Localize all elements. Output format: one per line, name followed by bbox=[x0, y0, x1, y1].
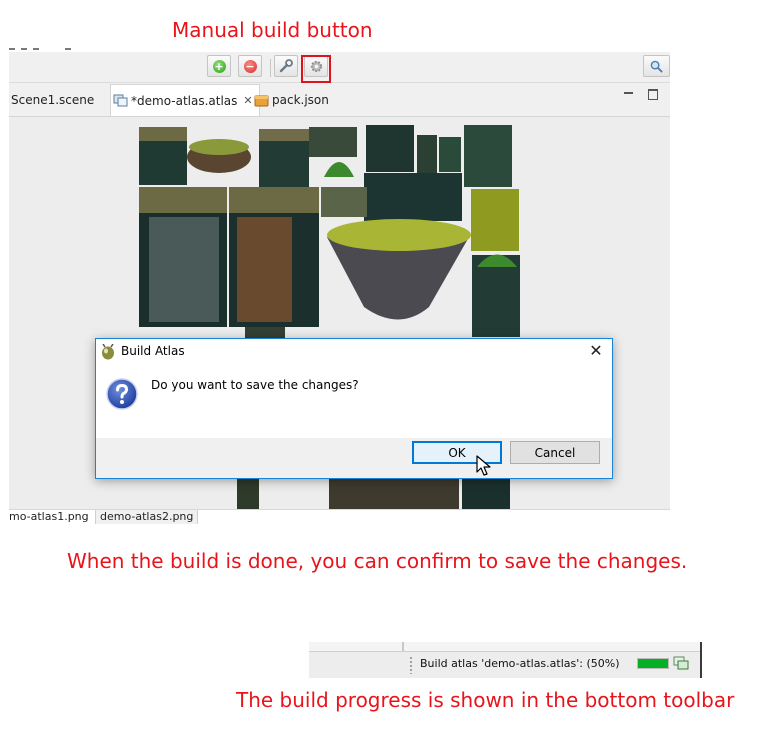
tab-demo-atlas[interactable]: *demo-atlas.atlas ✕ bbox=[110, 84, 260, 116]
search-icon bbox=[650, 60, 663, 73]
dialog-message: Do you want to save the changes? bbox=[151, 378, 359, 392]
status-separator bbox=[402, 642, 404, 651]
annotation-confirm-save: When the build is done, you can confirm … bbox=[67, 549, 688, 573]
atlas-page-tabs: mo-atlas1.png demo-atlas2.png bbox=[9, 509, 670, 524]
progress-view-icon[interactable] bbox=[673, 656, 689, 670]
tile-bottom-2 bbox=[462, 479, 510, 509]
status-grip bbox=[409, 656, 413, 674]
tile-dark-2 bbox=[417, 135, 437, 175]
build-button-highlight bbox=[301, 55, 331, 83]
dialog-title: Build Atlas bbox=[121, 344, 185, 358]
question-icon bbox=[106, 378, 138, 410]
editor-toolbar: + − bbox=[9, 52, 670, 83]
tile-rock-1 bbox=[309, 127, 357, 157]
page-tab-atlas1[interactable]: mo-atlas1.png bbox=[9, 510, 89, 524]
dialog-titlebar: Build Atlas ✕ bbox=[96, 339, 612, 365]
annotation-manual-build: Manual build button bbox=[172, 18, 373, 42]
tile-floating-island-1 bbox=[187, 139, 251, 173]
build-status-text: Build atlas 'demo-atlas.atlas': (50%) bbox=[420, 657, 620, 670]
tile-bottom-1 bbox=[329, 479, 459, 509]
remove-button[interactable]: − bbox=[238, 55, 262, 77]
tile-dark-1 bbox=[366, 125, 414, 172]
tile-grass-1 bbox=[324, 162, 354, 177]
add-button[interactable]: + bbox=[207, 55, 231, 77]
tab-pack-json[interactable]: pack.json bbox=[254, 84, 329, 116]
editor-tab-bar: Scene1.scene *demo-atlas.atlas ✕ pack.js… bbox=[9, 84, 670, 117]
page-tab-atlas2[interactable]: demo-atlas2.png bbox=[95, 510, 199, 524]
dialog-body: Do you want to save the changes? bbox=[96, 365, 612, 438]
tile-rock-2 bbox=[321, 187, 367, 217]
tile-ledge-4 bbox=[472, 254, 520, 337]
tile-bottom-3 bbox=[237, 479, 259, 509]
tile-water bbox=[364, 173, 462, 221]
atlas-icon bbox=[113, 94, 128, 107]
tab-scene1[interactable]: Scene1.scene bbox=[11, 84, 94, 116]
wrench-icon bbox=[279, 59, 293, 73]
add-icon: + bbox=[212, 59, 226, 73]
tile-ledge-2 bbox=[259, 129, 309, 187]
toolbar-separator bbox=[270, 59, 271, 77]
tile-pillar-left bbox=[139, 187, 227, 327]
tile-moss bbox=[471, 189, 519, 251]
annotation-build-progress: The build progress is shown in the botto… bbox=[236, 688, 735, 712]
settings-button[interactable] bbox=[274, 55, 298, 77]
tile-ledge-1 bbox=[139, 127, 187, 185]
maximize-icon[interactable] bbox=[648, 89, 658, 100]
search-button[interactable] bbox=[643, 55, 670, 77]
tile-pillar-right bbox=[229, 187, 319, 327]
tab-label: pack.json bbox=[272, 93, 329, 107]
build-atlas-dialog: Build Atlas ✕ Do you want to save the ch… bbox=[95, 338, 613, 479]
cancel-button[interactable]: Cancel bbox=[510, 441, 600, 464]
mouse-cursor-icon bbox=[476, 455, 491, 476]
tile-ledge-3 bbox=[464, 125, 512, 187]
app-icon bbox=[102, 344, 114, 360]
tab-label: Scene1.scene bbox=[11, 93, 95, 107]
tile-floating-island-2 bbox=[327, 219, 471, 320]
minimize-icon[interactable] bbox=[624, 92, 633, 94]
remove-icon: − bbox=[243, 59, 257, 73]
close-button[interactable]: ✕ bbox=[586, 341, 606, 361]
tab-label: *demo-atlas.atlas bbox=[131, 93, 238, 108]
json-file-icon bbox=[254, 95, 269, 106]
build-progress-fill bbox=[638, 659, 668, 668]
tile-dark-3 bbox=[439, 137, 461, 172]
close-icon[interactable]: ✕ bbox=[243, 94, 252, 107]
build-progress-bar bbox=[637, 658, 669, 669]
status-bar-top-strip bbox=[309, 642, 700, 652]
bottom-status-bar: Build atlas 'demo-atlas.atlas': (50%) bbox=[309, 642, 702, 678]
